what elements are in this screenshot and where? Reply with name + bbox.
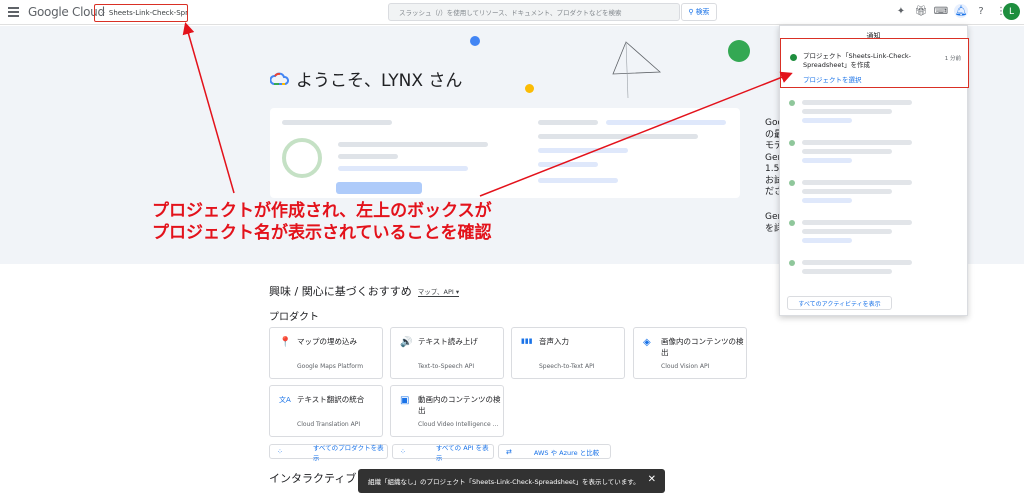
progress-ring <box>282 138 322 178</box>
recommendations-filter[interactable]: マップ、API ▾ <box>417 286 460 297</box>
notification-item[interactable] <box>789 96 959 134</box>
project-picker[interactable]: ⁘ Sheets-Link-Check-Spreadsheet <box>94 4 188 22</box>
project-name: Sheets-Link-Check-Spreadsheet <box>108 9 188 17</box>
map-pin-icon: 📍 <box>279 337 292 348</box>
blurred-text <box>538 162 598 167</box>
decorative-blob <box>525 84 534 93</box>
notification-item-project-created[interactable]: プロジェクト「Sheets-Link-Check-Spreadsheet」を作成… <box>780 38 969 88</box>
gemini-sparkle-icon[interactable]: ✦ <box>894 4 908 18</box>
welcome-heading: ようこそ、LYNX さん <box>270 66 462 91</box>
hamburger-menu-icon[interactable] <box>8 7 19 17</box>
help-icon[interactable]: ? <box>974 4 988 18</box>
blurred-button[interactable] <box>336 182 422 194</box>
select-project-link[interactable]: プロジェクトを選択 <box>803 74 862 84</box>
blurred-text <box>538 148 628 153</box>
view-all-apis-button[interactable]: ⁘ すべての API を表示 <box>392 444 494 462</box>
translate-icon: 文A <box>279 396 291 404</box>
grid-icon: ⁘ <box>400 447 406 456</box>
product-card-tts[interactable]: 🔊 テキスト読み上げ Text-to-Speech API <box>390 327 504 379</box>
blurred-text <box>282 120 392 125</box>
compare-icon: ⇄ <box>506 447 512 456</box>
recommendations-title: 興味 / 関心に基づくおすすめ マップ、API ▾ <box>269 285 460 298</box>
project-hierarchy-icon: ⁘ <box>100 9 106 17</box>
product-card-translation[interactable]: 文A テキスト翻訳の統合 Cloud Translation API <box>269 385 383 437</box>
notifications-panel: 通知 プロジェクト「Sheets-Link-Check-Spreadsheet」… <box>779 25 969 316</box>
snackbar-toast: 組織「組織なし」のプロジェクト「Sheets-Link-Check-Spread… <box>358 469 665 493</box>
product-card-vision[interactable]: ◈ 画像内のコンテンツの検出 Cloud Vision API <box>633 327 747 379</box>
avatar[interactable]: L <box>1003 3 1020 20</box>
blurred-text <box>338 142 488 147</box>
gift-icon[interactable]: 🎁︎ <box>914 4 928 18</box>
grid-icon: ⁘ <box>277 447 283 456</box>
notifications-bell-icon[interactable]: 🔔︎ <box>954 4 968 18</box>
blurred-text <box>338 154 398 159</box>
close-icon[interactable]: ✕ <box>648 474 656 485</box>
view-all-products-button[interactable]: ⁘ すべてのプロダクトを表示 <box>269 444 388 462</box>
blurred-text <box>538 178 618 183</box>
notification-item[interactable] <box>789 176 959 214</box>
product-card-stt[interactable]: ▮▮▮ 音声入力 Speech-to-Text API <box>511 327 625 379</box>
search-input[interactable]: スラッシュ（/）を使用してリソース、ドキュメント、プロダクトなどを検索 <box>388 3 680 21</box>
notification-item[interactable] <box>789 136 959 174</box>
products-title: プロダクト <box>269 312 319 323</box>
search-button[interactable]: ⚲ 検索 <box>681 3 717 21</box>
tts-icon: 🔊 <box>400 337 413 348</box>
search-icon: ⚲ <box>688 8 694 16</box>
product-card-maps[interactable]: 📍 マップの埋め込み Google Maps Platform <box>269 327 383 379</box>
video-icon: ▣ <box>400 395 410 406</box>
notification-item[interactable] <box>789 216 959 254</box>
notification-item[interactable] <box>789 256 959 294</box>
view-all-activity-button[interactable]: すべてのアクティビティを表示 <box>787 296 892 310</box>
mic-icon: ▮▮▮ <box>521 337 533 345</box>
product-card-video[interactable]: ▣ 動画内のコンテンツの検出 Cloud Video Intelligence … <box>390 385 504 437</box>
cloud-shell-icon[interactable]: ⌨︎ <box>934 4 948 18</box>
blurred-text <box>538 120 598 125</box>
annotation-text: プロジェクトが作成され、左上のボックスが プロジェクト名が表示されていることを確… <box>152 201 492 243</box>
decorative-blob <box>470 36 480 46</box>
blurred-text <box>606 120 726 125</box>
compare-aws-azure-button[interactable]: ⇄ AWS や Azure と比較 <box>498 444 611 459</box>
vision-icon: ◈ <box>643 337 651 348</box>
decorative-blob <box>728 40 750 62</box>
top-bar: Google Cloud ⁘ Sheets-Link-Check-Spreads… <box>0 0 1024 25</box>
interactive-section-title: インタラクティブ チ <box>269 472 371 485</box>
blurred-text <box>338 166 468 171</box>
blurred-text <box>538 134 698 139</box>
success-check-icon <box>790 54 797 61</box>
cloud-logo-icon <box>270 72 289 85</box>
